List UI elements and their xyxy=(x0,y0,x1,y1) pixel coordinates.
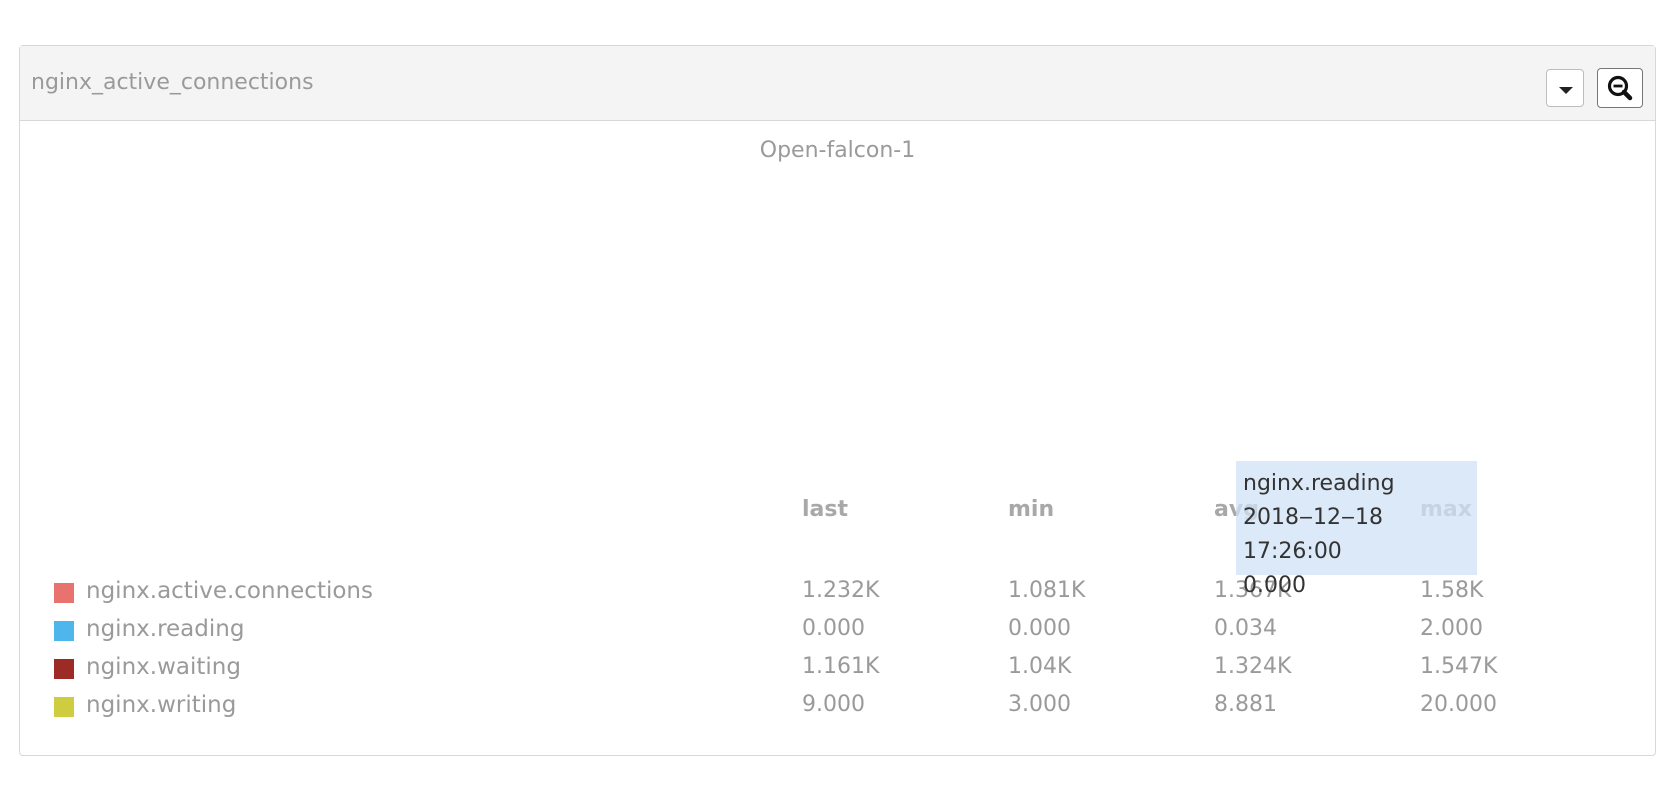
tooltip-time: 2018‒12‒18 17:26:00 xyxy=(1243,505,1383,564)
legend-series-name: nginx.writing xyxy=(86,692,237,718)
legend-min: 1.081K xyxy=(1008,578,1086,603)
legend-row-writing[interactable]: nginx.writing 9.000 3.000 8.881 20.000 xyxy=(0,690,1600,724)
legend-header-last[interactable]: last xyxy=(802,497,848,522)
legend-last: 9.000 xyxy=(802,692,865,717)
legend-row-waiting[interactable]: nginx.waiting 1.161K 1.04K 1.324K 1.547K xyxy=(0,652,1600,686)
panel-header: nginx_active_connections xyxy=(20,46,1655,121)
legend-row-reading[interactable]: nginx.reading 0.000 0.000 0.034 2.000 xyxy=(0,614,1600,648)
zoom-out-button[interactable] xyxy=(1597,68,1643,108)
chart-title: Open-falcon-1 xyxy=(759,138,916,163)
legend-avg: 8.881 xyxy=(1214,692,1277,717)
chart-tooltip: nginx.reading 2018‒12‒18 17:26:00 0.000 xyxy=(1236,461,1477,598)
legend-max: 1.547K xyxy=(1420,654,1498,679)
legend-last: 0.000 xyxy=(802,616,865,641)
panel-menu-button[interactable] xyxy=(1546,69,1584,107)
legend-min: 3.000 xyxy=(1008,692,1071,717)
legend-avg: 0.034 xyxy=(1214,616,1277,641)
legend-series-name: nginx.reading xyxy=(86,616,245,642)
panel-title: nginx_active_connections xyxy=(31,70,314,95)
legend-swatch xyxy=(54,659,74,679)
tooltip-series: nginx.reading xyxy=(1243,471,1395,496)
legend-max: 20.000 xyxy=(1420,692,1497,717)
caret-down-icon xyxy=(1559,87,1573,94)
graph-panel: nginx_active_connections Open-falcon-1 xyxy=(19,45,1656,756)
legend-series-name: nginx.active.connections xyxy=(86,578,373,604)
legend-min: 1.04K xyxy=(1008,654,1072,679)
zoom-out-icon xyxy=(1607,75,1633,101)
legend-min: 0.000 xyxy=(1008,616,1071,641)
legend-header-min[interactable]: min xyxy=(1008,497,1054,522)
tooltip-value: 0.000 xyxy=(1243,573,1306,598)
legend-last: 1.161K xyxy=(802,654,880,679)
legend-avg: 1.324K xyxy=(1214,654,1292,679)
legend-swatch xyxy=(54,621,74,641)
legend-series-name: nginx.waiting xyxy=(86,654,241,680)
legend-swatch xyxy=(54,697,74,717)
legend-last: 1.232K xyxy=(802,578,880,603)
legend-swatch xyxy=(54,583,74,603)
legend-max: 2.000 xyxy=(1420,616,1483,641)
